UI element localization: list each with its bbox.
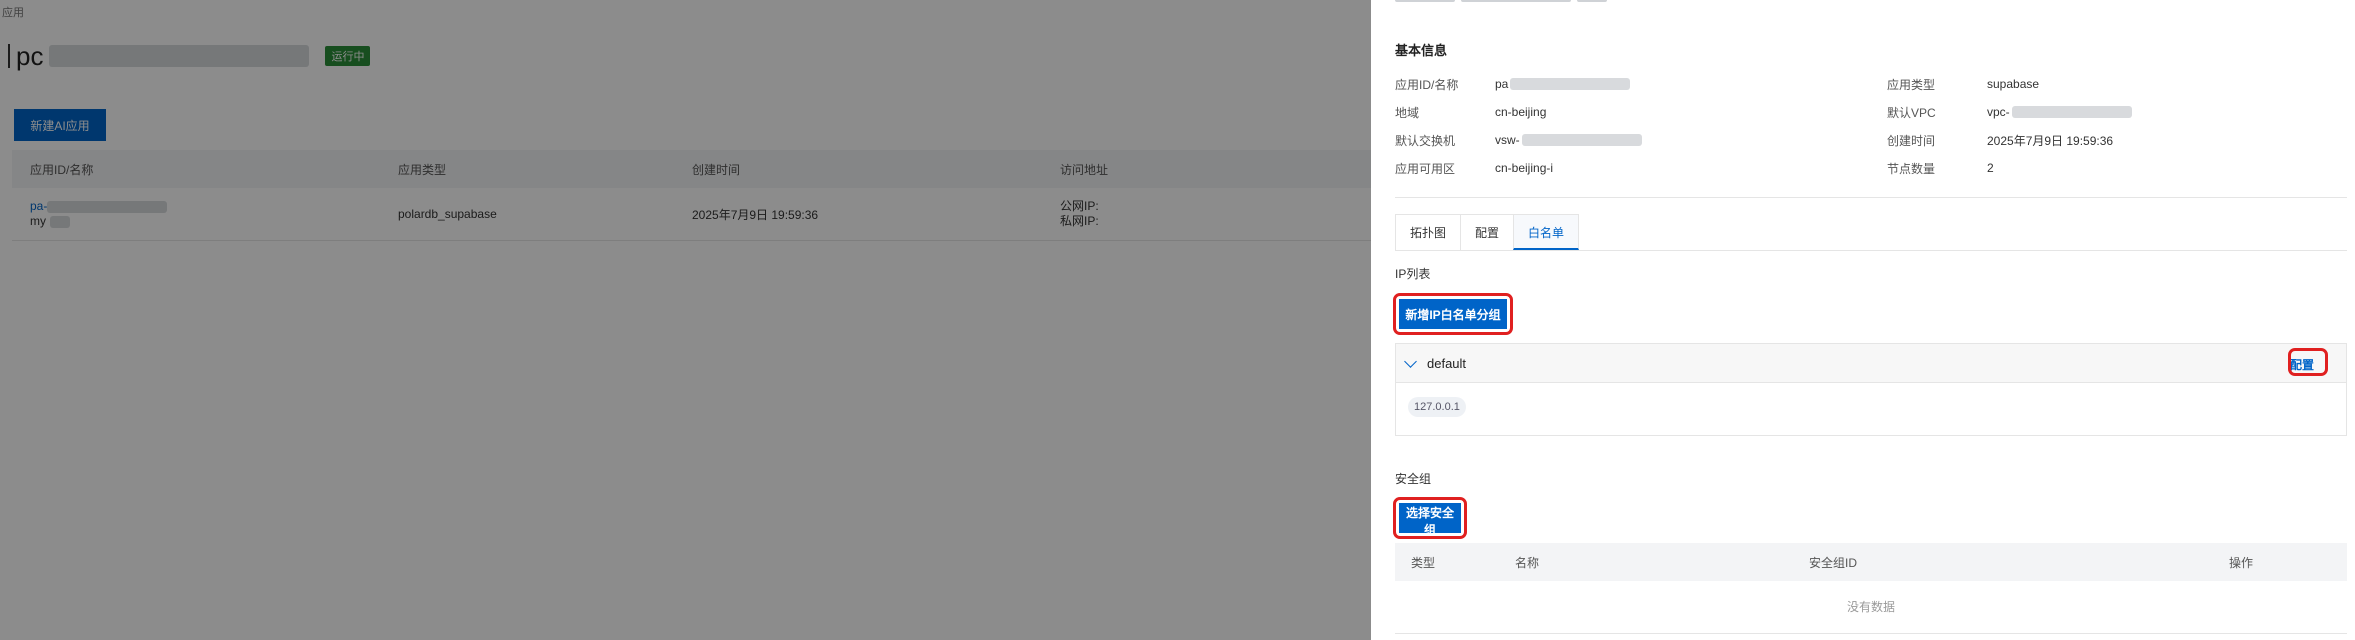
column-header: 操作: [2229, 555, 2254, 570]
info-row: 应用ID/名称 pa 应用类型 supabase: [1395, 70, 2347, 98]
region-value: cn-beijing: [1495, 105, 1547, 119]
ip-list-label: IP列表: [1395, 267, 1431, 281]
column-header: 安全组ID: [1809, 555, 1858, 570]
info-label: 应用ID/名称: [1395, 77, 1459, 92]
security-group-label: 安全组: [1395, 472, 1432, 486]
redacted-value: [2011, 106, 2132, 118]
created-time-value: 2025年7月9日 19:59:36: [1987, 133, 2114, 148]
info-label: 创建时间: [1887, 133, 1936, 148]
app-id-value: pa: [1495, 77, 1509, 91]
drawer-title-redacted: [1395, 0, 1607, 6]
whitelist-group-header[interactable]: default 配置: [1396, 344, 2346, 383]
ip-tag: 127.0.0.1: [1408, 397, 1466, 417]
group-name: default: [1427, 355, 1467, 371]
info-row: 地域 cn-beijing 默认VPC vpc-: [1395, 98, 2347, 126]
app-type-value: supabase: [1987, 77, 2040, 91]
column-header: 类型: [1411, 555, 1436, 570]
info-label: 地域: [1395, 105, 1420, 120]
whitelist-group: default 配置 127.0.0.1: [1395, 343, 2347, 436]
node-count-value: 2: [1987, 161, 1994, 175]
redacted-value: [1521, 134, 1642, 146]
highlight-box: [2288, 348, 2328, 376]
info-value: vsw-: [1495, 133, 1887, 147]
basic-info-title: 基本信息: [1395, 43, 1448, 58]
redacted-value: [1510, 78, 1631, 90]
info-label: 应用可用区: [1395, 161, 1456, 176]
info-row: 默认交换机 vsw- 创建时间 2025年7月9日 19:59:36: [1395, 126, 2347, 154]
tab-topology[interactable]: 拓扑图: [1395, 214, 1462, 250]
zone-value: cn-beijing-i: [1495, 161, 1554, 175]
info-label: 默认VPC: [1887, 105, 1936, 120]
divider: [1395, 197, 2347, 198]
vswitch-value: vsw-: [1495, 133, 1520, 147]
info-value: vpc-: [1987, 105, 2132, 119]
security-group-table: 类型 名称 安全组ID 操作 没有数据: [1395, 543, 2347, 634]
info-label: 节点数量: [1887, 161, 1936, 176]
column-header: 名称: [1515, 555, 1540, 570]
info-label: 应用类型: [1887, 77, 1936, 92]
basic-info-grid: 应用ID/名称 pa 应用类型 supabase 地域 cn-beijing 默…: [1395, 70, 2347, 182]
detail-tabs: 拓扑图 配置 白名单: [1395, 214, 2347, 251]
tab-config[interactable]: 配置: [1460, 214, 1515, 250]
modal-overlay[interactable]: [0, 0, 1371, 640]
tab-whitelist[interactable]: 白名单: [1513, 214, 1580, 250]
empty-state: 没有数据: [1395, 581, 2347, 634]
info-label: 默认交换机: [1395, 133, 1456, 148]
table-header: 类型 名称 安全组ID 操作: [1395, 543, 2347, 581]
info-value: pa: [1495, 77, 1887, 91]
select-security-group-button[interactable]: 选择安全组: [1399, 503, 1461, 537]
app-detail-drawer: 基本信息 应用ID/名称 pa 应用类型 supabase 地域 cn-beij…: [1371, 0, 2355, 640]
info-row: 应用可用区 cn-beijing-i 节点数量 2: [1395, 154, 2347, 182]
vpc-value: vpc-: [1987, 105, 2010, 119]
add-ip-whitelist-group-button[interactable]: 新增IP白名单分组: [1399, 299, 1507, 329]
chevron-down-icon[interactable]: [1404, 354, 1417, 368]
